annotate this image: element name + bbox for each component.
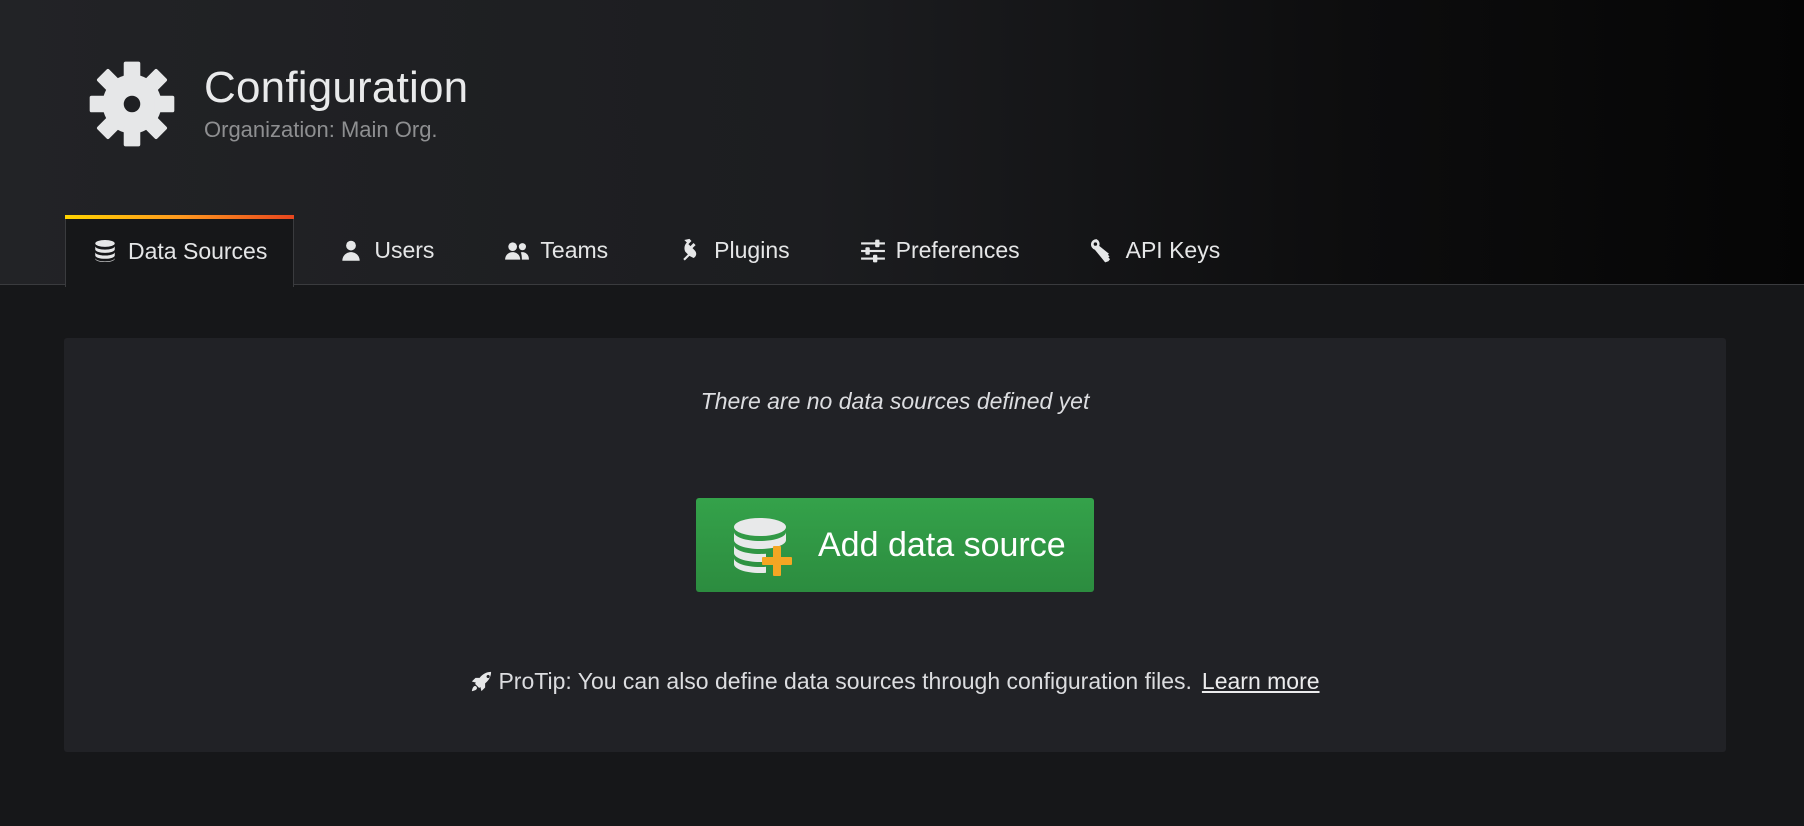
empty-state-panel: There are no data sources defined yet Ad… — [64, 338, 1726, 752]
add-data-source-button[interactable]: Add data source — [696, 498, 1094, 592]
protip: ProTip: You can also define data sources… — [64, 668, 1726, 695]
page-header: Configuration Organization: Main Org. Da… — [0, 0, 1804, 287]
header-main: Configuration Organization: Main Org. — [86, 58, 468, 150]
database-icon — [92, 238, 118, 264]
empty-message: There are no data sources defined yet — [700, 388, 1090, 414]
database-add-icon — [732, 513, 796, 577]
team-icon — [504, 238, 530, 264]
sliders-icon — [860, 238, 886, 264]
page-title: Configuration — [204, 62, 469, 112]
tab-teams[interactable]: Teams — [478, 215, 634, 286]
tab-label: Preferences — [895, 237, 1020, 263]
tab-preferences[interactable]: Preferences — [834, 215, 1046, 286]
protip-text: ProTip: You can also define data sources… — [498, 668, 1192, 694]
tab-bar: Data Sources Users Teams Plugins Prefere… — [65, 215, 1264, 287]
tab-api-keys[interactable]: API Keys — [1064, 215, 1247, 286]
tab-label: Teams — [540, 237, 609, 263]
key-icon — [1090, 238, 1116, 264]
page-subtitle: Organization: Main Org. — [204, 117, 438, 143]
plug-icon — [678, 238, 704, 264]
add-data-source-label: Add data source — [818, 525, 1066, 564]
tab-label: Data Sources — [128, 237, 268, 264]
user-icon — [338, 238, 364, 264]
tab-label: Plugins — [714, 237, 790, 263]
rocket-icon — [470, 671, 492, 693]
gear-icon — [86, 58, 178, 150]
tab-users[interactable]: Users — [312, 215, 460, 286]
tab-plugins[interactable]: Plugins — [652, 215, 815, 286]
tab-label: Users — [374, 237, 435, 263]
tab-label: API Keys — [1125, 237, 1221, 263]
tab-data-sources[interactable]: Data Sources — [65, 215, 295, 287]
title-block: Configuration Organization: Main Org. — [204, 62, 469, 143]
learn-more-link[interactable]: Learn more — [1202, 668, 1320, 695]
